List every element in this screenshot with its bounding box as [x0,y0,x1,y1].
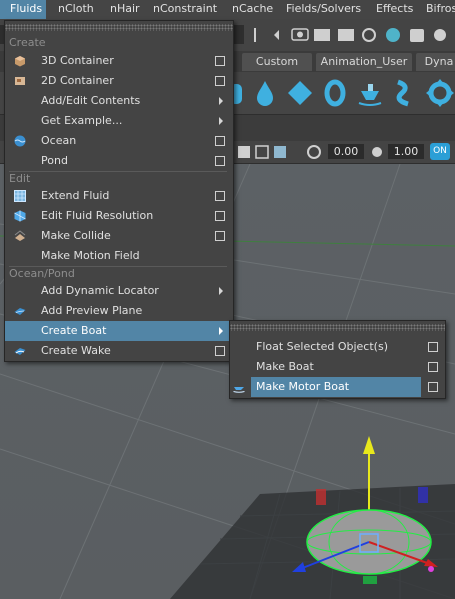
option-box[interactable] [215,136,225,146]
ring-icon[interactable] [320,78,350,108]
menu-item-edit-fluid-resolution[interactable]: Edit Fluid Resolution [5,206,233,226]
lifebuoy-icon[interactable] [425,78,455,108]
viewport-tool-icons [238,145,321,159]
render-setup-icon [410,29,424,42]
hypershade-icon [386,28,400,42]
square-2d-icon [15,77,25,85]
menu-nhair[interactable]: nHair [110,0,140,19]
divider-handle-icon [254,28,256,42]
option-box[interactable] [428,342,438,352]
cube-3d-icon [15,56,25,67]
exposure-field[interactable]: 0.00 [328,144,364,159]
option-box[interactable] [215,191,225,201]
tear-off-handle[interactable] [5,24,233,31]
menu-ncache[interactable]: nCache [232,0,273,19]
motor-boat-icon [233,387,245,393]
ipr-icon [338,29,354,41]
submenu-arrow-icon [219,287,223,295]
view-transform-toggle[interactable]: ON [430,143,450,160]
submenu-arrow-icon [219,97,223,105]
menu-item-float-selected-objects[interactable]: Float Selected Object(s) [230,337,445,357]
xy-plane-handle [316,489,326,505]
menu-item-get-example[interactable]: Get Example... [5,111,233,131]
pivot-icon [428,566,434,572]
plane-icon [14,308,26,315]
menu-effects[interactable]: Effects [376,0,413,19]
section-edit: Edit [9,172,31,185]
arrow-icon [274,30,279,40]
menu-item-make-collide[interactable]: Make Collide [5,226,233,246]
gamma-icon [372,147,382,157]
resolution-icon [14,210,26,222]
grid-icon [14,190,26,202]
menu-item-3d-container[interactable]: 3D Container [5,51,233,71]
section-create: Create [9,36,46,49]
exposure-icon [307,145,321,159]
option-box[interactable] [215,156,225,166]
droplet-icon[interactable] [250,78,280,108]
collide-icon [14,230,26,241]
submenu-arrow-icon [219,327,223,335]
clapper-icon [314,29,330,41]
menu-item-2d-container[interactable]: 2D Container [5,71,233,91]
wireframe-icon [255,145,269,159]
menu-bifrost[interactable]: Bifros [426,0,455,19]
menu-item-ocean[interactable]: Ocean [5,131,233,151]
option-box[interactable] [215,346,225,356]
ocean-icon [14,135,26,147]
option-box[interactable] [215,76,225,86]
yz-plane-handle [418,487,428,503]
render-lens-icon [297,31,303,38]
menu-item-create-boat[interactable]: Create Boat [5,321,233,341]
option-box[interactable] [215,211,225,221]
menu-item-add-edit-contents[interactable]: Add/Edit Contents [5,91,233,111]
tab-dynamics[interactable]: Dyna [416,53,455,71]
option-box[interactable] [215,56,225,66]
light-editor-icon [434,29,446,41]
render-settings-icon [362,28,376,42]
option-box[interactable] [428,382,438,392]
section-ocean-pond: Ocean/Pond [9,267,75,280]
menu-item-extend-fluid[interactable]: Extend Fluid [5,186,233,206]
tear-off-handle[interactable] [230,324,445,331]
wake-icon [14,348,26,355]
menu-fields-solvers[interactable]: Fields/Solvers [286,0,361,19]
tab-custom[interactable]: Custom [242,53,312,71]
create-boat-submenu: Float Selected Object(s) Make Boat Make … [229,320,446,399]
menu-item-add-preview-plane[interactable]: Add Preview Plane [5,301,233,321]
shading-icon [238,146,250,158]
menu-item-make-motor-boat[interactable]: Make Motor Boat [230,377,445,397]
menu-item-pond[interactable]: Pond [5,151,233,171]
render-toolbar [254,28,446,42]
menu-ncloth[interactable]: nCloth [58,0,94,19]
wave-icon[interactable] [390,78,420,108]
option-box[interactable] [428,362,438,372]
menu-item-create-wake[interactable]: Create Wake [5,341,233,361]
boat-icon[interactable] [355,78,385,108]
fluids-menu: Create 3D Container 2D Container Add/Edi… [4,20,234,362]
tab-animation-user[interactable]: Animation_User [316,53,412,71]
menu-nconstraint[interactable]: nConstraint [153,0,217,19]
menu-fluids[interactable]: Fluids [0,0,46,19]
xz-plane-handle [363,576,377,584]
option-box[interactable] [215,231,225,241]
gamma-field[interactable]: 1.00 [388,144,424,159]
menu-item-make-boat[interactable]: Make Boat [230,357,445,377]
menu-bar: Fluids nCloth nHair nConstraint nCache F… [0,0,455,20]
menu-item-make-motion-field[interactable]: Make Motion Field [5,246,233,266]
texture-icon [274,146,286,158]
menu-item-add-dynamic-locator[interactable]: Add Dynamic Locator [5,281,233,301]
submenu-arrow-icon [219,117,223,125]
diamond-icon[interactable] [285,78,315,108]
